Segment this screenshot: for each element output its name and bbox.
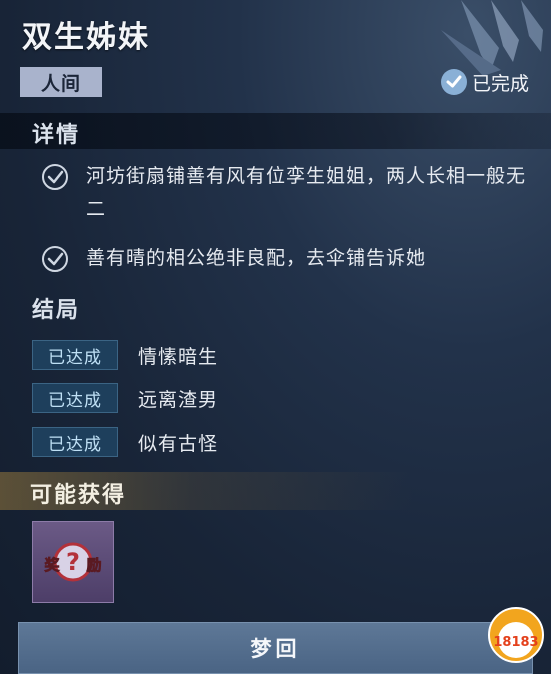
rewards-heading: 可能获得 <box>30 483 127 508</box>
svg-text:18183: 18183 <box>493 635 538 650</box>
achieved-badge: 已达成 <box>32 340 118 370</box>
details-header-band <box>0 113 551 149</box>
check-circle-icon <box>42 164 68 190</box>
ending-label: 似有古怪 <box>138 432 219 455</box>
detail-item: 善有晴的相公绝非良配，去伞铺告诉她 <box>40 242 526 275</box>
quest-status: 已完成 <box>440 67 529 97</box>
detail-text: 善有晴的相公绝非良配，去伞铺告诉她 <box>86 247 427 269</box>
quest-title: 双生姊妹 <box>22 20 150 55</box>
check-circle-icon <box>42 246 68 272</box>
status-label: 已完成 <box>471 72 529 95</box>
ending-label: 远离渣男 <box>138 388 219 411</box>
reward-item[interactable]: ? 奖 励 <box>32 521 114 603</box>
reward-mark: ? <box>66 548 80 576</box>
ending-row: 已达成 远离渣男 <box>32 383 218 413</box>
reward-mystery-icon: ? 奖 励 <box>44 542 102 582</box>
endings-heading: 结局 <box>32 298 81 323</box>
check-circle-icon <box>440 69 467 95</box>
detail-text: 河坊街扇铺善有风有位孪生姐姐，两人长相一般无二 <box>86 165 527 220</box>
reward-glyph-left: 奖 <box>44 556 60 574</box>
reward-glyph-right: 励 <box>86 556 101 574</box>
detail-item: 河坊街扇铺善有风有位孪生姐姐，两人长相一般无二 <box>40 160 526 226</box>
ending-row: 已达成 似有古怪 <box>32 427 218 457</box>
quest-category-tag: 人间 <box>20 67 102 97</box>
ending-row: 已达成 情愫暗生 <box>32 340 218 370</box>
site-watermark-logo: 18183 <box>488 607 544 663</box>
achieved-badge: 已达成 <box>32 427 118 457</box>
achieved-badge: 已达成 <box>32 383 118 413</box>
dream-return-button[interactable]: 梦回 <box>18 622 533 674</box>
ending-label: 情愫暗生 <box>138 345 219 368</box>
details-heading: 详情 <box>32 123 81 148</box>
